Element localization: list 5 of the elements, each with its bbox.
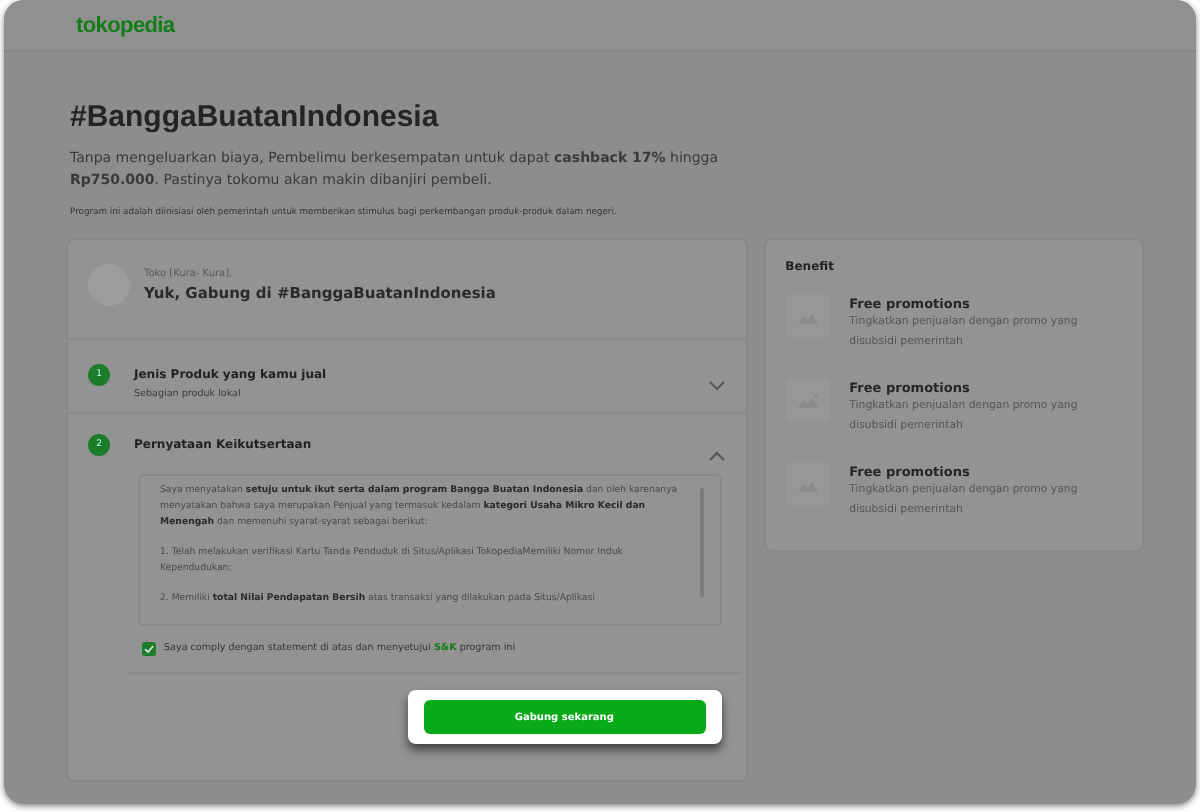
chevron-up-icon[interactable]: [707, 450, 726, 462]
logo[interactable]: tokopedia: [76, 13, 175, 37]
chevron-down-icon[interactable]: [707, 380, 726, 392]
page-title: #BanggaBuatanIndonesia: [70, 100, 441, 134]
checkbox[interactable]: [142, 642, 156, 656]
